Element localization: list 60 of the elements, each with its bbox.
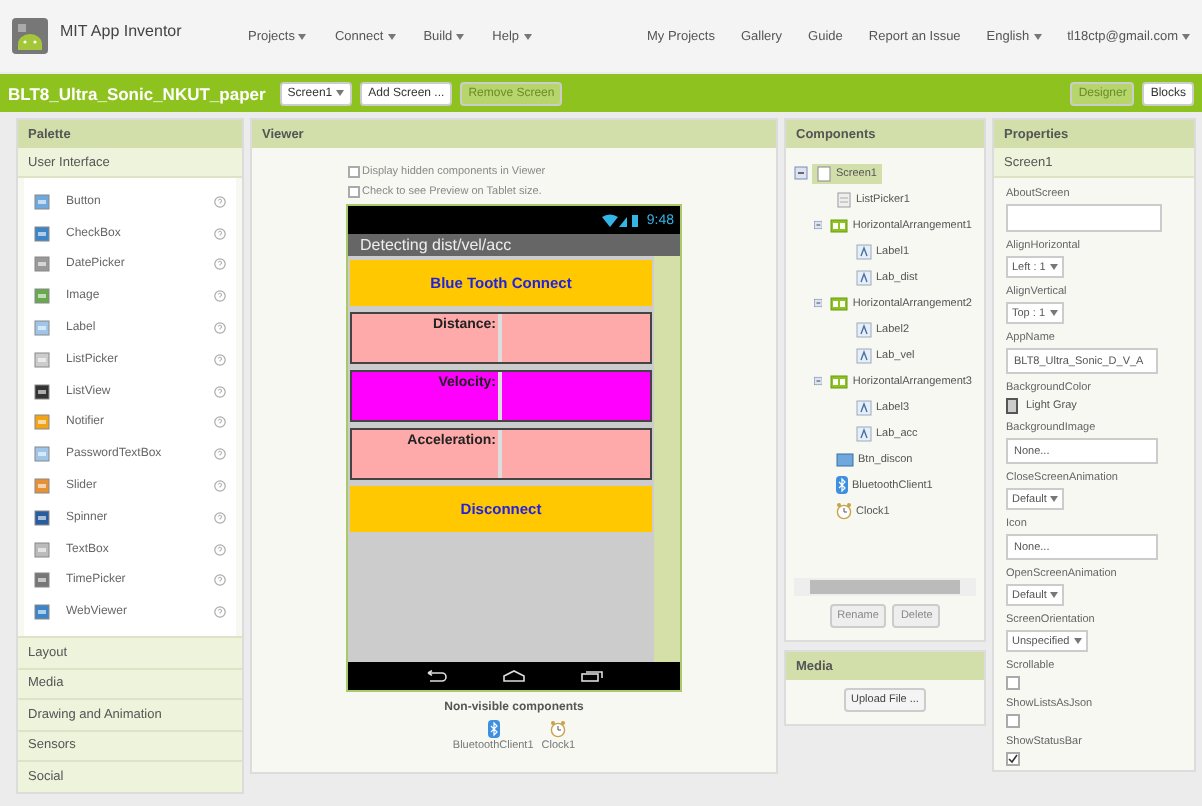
label-icon [856,425,872,441]
label-icon [856,321,872,337]
help-icon[interactable] [214,574,226,587]
help-icon[interactable] [214,480,226,493]
caret-icon [336,90,345,96]
label-icon [856,347,872,363]
caret-icon [1073,638,1082,644]
recents-icon [579,670,604,682]
help-icon[interactable] [214,322,226,335]
collapse-icon[interactable] [814,296,823,310]
caret-icon [387,33,396,39]
text-area[interactable] [1006,204,1162,232]
scrollbar[interactable] [794,578,976,596]
help-icon[interactable] [214,511,226,524]
help-icon[interactable] [214,290,226,303]
checkbox[interactable] [1006,714,1020,728]
help-icon[interactable] [214,227,226,240]
checkbox[interactable] [1006,676,1020,690]
caret-icon [1033,33,1042,39]
bluetooth-icon [487,720,500,738]
label-icon [856,269,872,285]
arrangement-icon [830,295,849,311]
back-icon [424,670,449,682]
help-icon[interactable] [214,543,226,556]
arrangement-icon [830,217,849,233]
caret-icon [456,33,465,39]
signal-icon [602,213,643,227]
home-icon [501,670,526,682]
help-icon[interactable] [214,195,226,208]
collapse-icon[interactable] [814,374,823,388]
clock-icon [550,720,567,738]
help-icon[interactable] [214,606,226,619]
collapse-icon[interactable] [814,218,823,232]
caret-icon [1049,310,1058,316]
help-icon[interactable] [214,258,226,271]
screen-icon [816,165,832,181]
caret-icon [1182,33,1190,39]
project-title: BLT8_Ultra_Sonic_NKUT_paper [8,83,266,103]
caret-icon [523,33,532,39]
caret-icon [298,33,307,39]
bluetooth-icon [836,476,848,494]
list-icon [836,191,852,207]
help-icon[interactable] [214,385,226,398]
caret-icon [1049,264,1058,270]
checkbox[interactable] [1006,752,1020,766]
color-swatch[interactable] [1006,398,1018,414]
button-icon [836,451,854,467]
help-icon[interactable] [214,448,226,461]
caret-icon [1050,592,1059,598]
collapse-icon[interactable] [794,166,808,180]
caret-icon [1050,496,1059,502]
help-icon[interactable] [214,416,226,429]
app-title: MIT App Inventor [60,22,182,40]
app-screen-title: Detecting dist/vel/acc [348,234,680,256]
label-icon [856,243,872,259]
help-icon[interactable] [214,353,226,366]
clock-icon [836,502,852,520]
arrangement-icon [830,373,849,389]
logo-icon [12,18,48,54]
label-icon [856,399,872,415]
